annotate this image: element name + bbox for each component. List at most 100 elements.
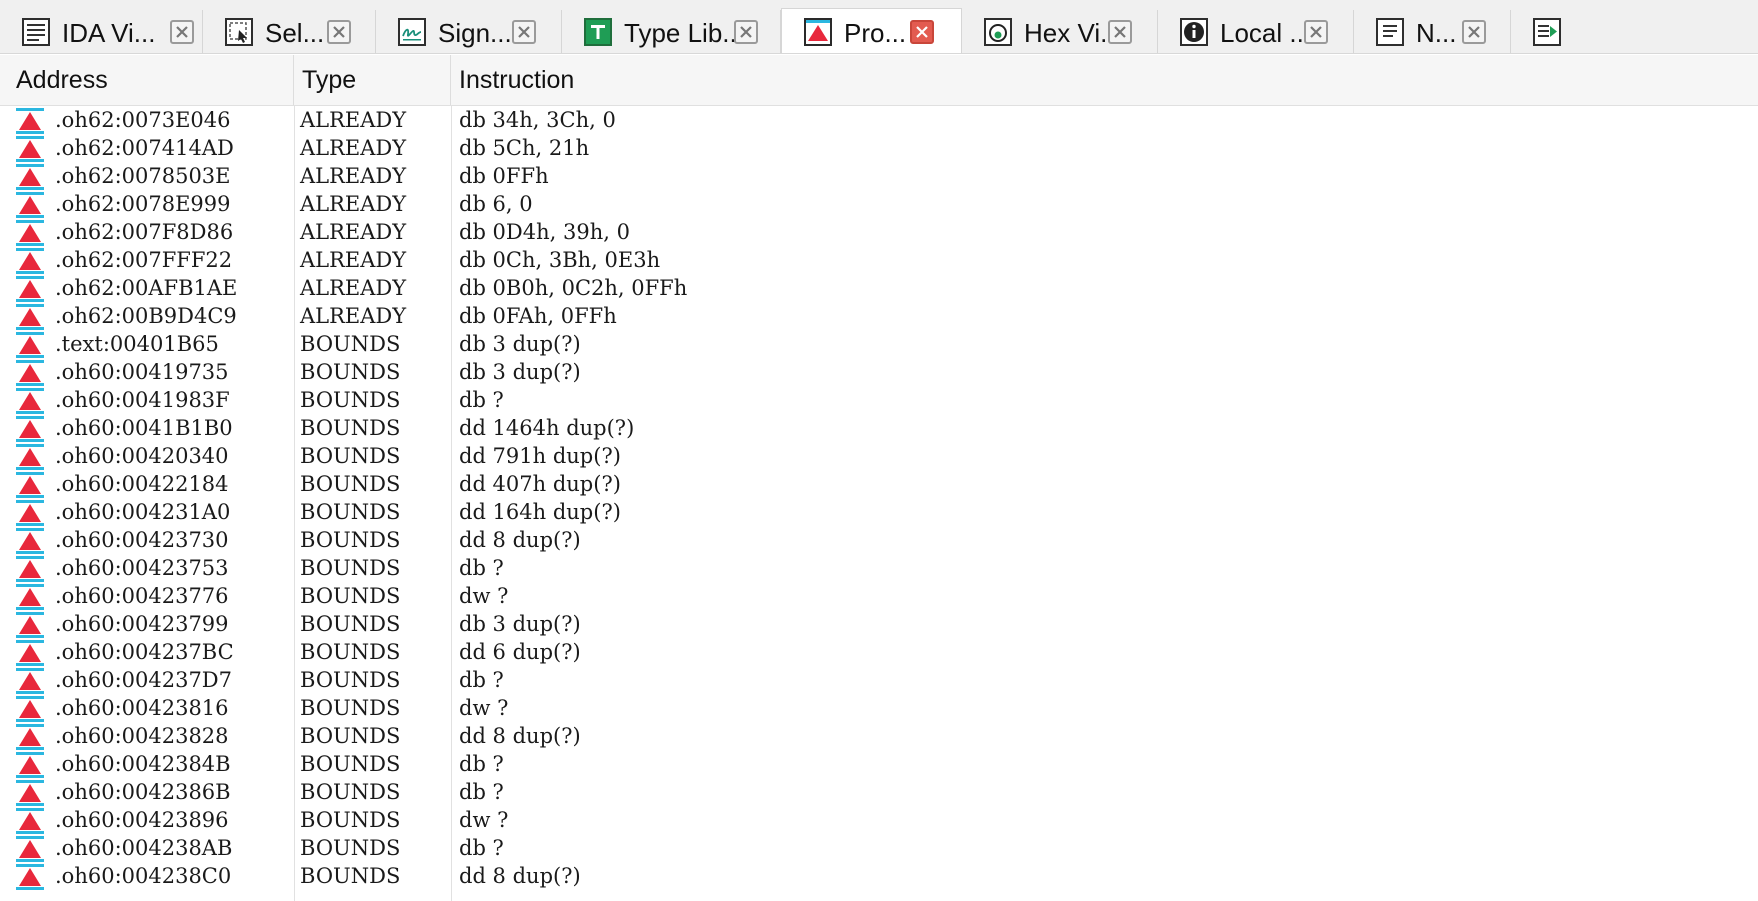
tab-type-libraries[interactable]: Type Lib...	[562, 10, 781, 53]
address-cell: .oh60:00423816	[55, 696, 229, 720]
table-row[interactable]: .oh60:004237D7 BOUNDS db ?	[0, 666, 1758, 694]
problem-warning-icon	[16, 724, 44, 750]
problem-warning-icon	[16, 108, 44, 134]
table-row[interactable]: .oh60:004237BC BOUNDS dd 6 dup(?)	[0, 638, 1758, 666]
type-cell: BOUNDS	[300, 556, 401, 580]
type-cell: BOUNDS	[300, 836, 401, 860]
close-icon[interactable]	[170, 20, 194, 44]
close-icon[interactable]	[910, 20, 934, 44]
instruction-cell: dd 791h dup(?)	[459, 444, 621, 468]
table-row[interactable]: .oh60:00423799 BOUNDS db 3 dup(?)	[0, 610, 1758, 638]
type-cell: ALREADY	[300, 108, 407, 132]
problem-warning-icon	[16, 612, 44, 638]
table-row[interactable]: .oh60:00422184 BOUNDS dd 407h dup(?)	[0, 470, 1758, 498]
table-row[interactable]: .oh60:00420340 BOUNDS dd 791h dup(?)	[0, 442, 1758, 470]
hex-view-icon	[984, 18, 1012, 46]
problem-warning-icon	[16, 528, 44, 554]
table-row[interactable]: .oh60:00423896 BOUNDS dw ?	[0, 806, 1758, 834]
type-cell: BOUNDS	[300, 472, 401, 496]
address-cell: .oh62:00B9D4C9	[55, 304, 237, 328]
type-cell: BOUNDS	[300, 332, 401, 356]
column-header-instruction[interactable]: Instruction	[451, 55, 1758, 105]
tab-local-types[interactable]: Local ...	[1158, 10, 1354, 53]
instruction-cell: dd 6 dup(?)	[459, 640, 581, 664]
address-cell: .oh60:00423799	[55, 612, 229, 636]
type-cell: BOUNDS	[300, 696, 401, 720]
type-cell: BOUNDS	[300, 500, 401, 524]
close-icon[interactable]	[1304, 20, 1328, 44]
close-icon[interactable]	[734, 20, 758, 44]
close-icon[interactable]	[1462, 20, 1486, 44]
close-icon[interactable]	[512, 20, 536, 44]
table-row[interactable]: .oh60:0042386B BOUNDS db ?	[0, 778, 1758, 806]
table-row[interactable]: .oh62:00AFB1AE ALREADY db 0B0h, 0C2h, 0FFh	[0, 274, 1758, 302]
problem-warning-icon	[16, 668, 44, 694]
close-icon[interactable]	[1108, 20, 1132, 44]
table-row[interactable]: .oh60:00423828 BOUNDS dd 8 dup(?)	[0, 722, 1758, 750]
table-row[interactable]: .oh60:004238C0 BOUNDS dd 8 dup(?)	[0, 862, 1758, 890]
tab-ida-view[interactable]: IDA Vi...	[0, 10, 203, 53]
close-icon[interactable]	[327, 20, 351, 44]
tab-hex-view[interactable]: Hex Vi...	[962, 10, 1158, 53]
address-cell: .oh60:00423730	[55, 528, 229, 552]
tab-problems[interactable]: Pro...	[781, 8, 962, 53]
type-cell: BOUNDS	[300, 360, 401, 384]
problem-warning-icon	[16, 500, 44, 526]
table-row[interactable]: .oh60:0041B1B0 BOUNDS dd 1464h dup(?)	[0, 414, 1758, 442]
instruction-cell: db 3 dup(?)	[459, 612, 581, 636]
table-row[interactable]: .oh60:00423776 BOUNDS dw ?	[0, 582, 1758, 610]
table-row[interactable]: .oh62:00B9D4C9 ALREADY db 0FAh, 0FFh	[0, 302, 1758, 330]
table-row[interactable]: .oh62:007F8D86 ALREADY db 0D4h, 39h, 0	[0, 218, 1758, 246]
selection-icon	[225, 18, 253, 46]
problem-warning-icon	[16, 640, 44, 666]
table-row[interactable]: .oh60:00423816 BOUNDS dw ?	[0, 694, 1758, 722]
instruction-cell: dd 8 dup(?)	[459, 724, 581, 748]
table-row[interactable]: .oh62:007FFF22 ALREADY db 0Ch, 3Bh, 0E3h	[0, 246, 1758, 274]
problems-icon	[804, 18, 832, 46]
table-row[interactable]: .oh60:00423753 BOUNDS db ?	[0, 554, 1758, 582]
table-row[interactable]: .oh62:0078503E ALREADY db 0FFh	[0, 162, 1758, 190]
address-cell: .oh60:0041983F	[55, 388, 230, 412]
overflow-tab-icon	[1533, 18, 1561, 46]
type-cell: BOUNDS	[300, 612, 401, 636]
address-cell: .oh62:007414AD	[55, 136, 234, 160]
column-header-address[interactable]: Address	[8, 55, 294, 105]
tab-bar: IDA Vi... Sel... Sign... Type Lib... Pro…	[0, 0, 1758, 54]
address-cell: .oh62:0073E046	[55, 108, 231, 132]
address-cell: .oh60:00423896	[55, 808, 229, 832]
instruction-cell: dw ?	[459, 584, 509, 608]
problem-warning-icon	[16, 360, 44, 386]
problem-warning-icon	[16, 220, 44, 246]
address-cell: .oh60:004237D7	[55, 668, 233, 692]
tab-overflow[interactable]	[1511, 10, 1758, 53]
type-cell: ALREADY	[300, 220, 407, 244]
table-row[interactable]: .oh60:004231A0 BOUNDS dd 164h dup(?)	[0, 498, 1758, 526]
problems-list[interactable]: .oh62:0073E046 ALREADY db 34h, 3Ch, 0 .oh62…	[0, 106, 1758, 901]
instruction-cell: db 6, 0	[459, 192, 533, 216]
column-header: Address Type Instruction	[0, 55, 1758, 106]
table-row[interactable]: .oh60:0041983F BOUNDS db ?	[0, 386, 1758, 414]
table-row[interactable]: .oh62:0078E999 ALREADY db 6, 0	[0, 190, 1758, 218]
tab-signatures[interactable]: Sign...	[376, 10, 562, 53]
table-row[interactable]: .oh62:0073E046 ALREADY db 34h, 3Ch, 0	[0, 106, 1758, 134]
table-row[interactable]: .oh60:004238AB BOUNDS db ?	[0, 834, 1758, 862]
address-cell: .oh60:00423776	[55, 584, 229, 608]
table-row[interactable]: .oh60:00419735 BOUNDS db 3 dup(?)	[0, 358, 1758, 386]
tab-selection[interactable]: Sel...	[203, 10, 376, 53]
table-row[interactable]: .oh60:0042384B BOUNDS db ?	[0, 750, 1758, 778]
tab-label: IDA Vi...	[62, 18, 156, 48]
problem-warning-icon	[16, 276, 44, 302]
type-cell: BOUNDS	[300, 388, 401, 412]
type-cell: BOUNDS	[300, 416, 401, 440]
address-cell: .oh60:00423828	[55, 724, 229, 748]
table-row[interactable]: .oh62:007414AD ALREADY db 5Ch, 21h	[0, 134, 1758, 162]
column-header-type[interactable]: Type	[294, 55, 451, 105]
tab-names[interactable]: N...	[1354, 10, 1511, 53]
table-row[interactable]: .text:00401B65 BOUNDS db 3 dup(?)	[0, 330, 1758, 358]
address-cell: .oh62:00AFB1AE	[55, 276, 238, 300]
address-cell: .oh60:0042386B	[55, 780, 231, 804]
type-cell: ALREADY	[300, 248, 407, 272]
table-row[interactable]: .oh60:00423730 BOUNDS dd 8 dup(?)	[0, 526, 1758, 554]
instruction-cell: db ?	[459, 668, 504, 692]
signatures-icon	[398, 18, 426, 46]
